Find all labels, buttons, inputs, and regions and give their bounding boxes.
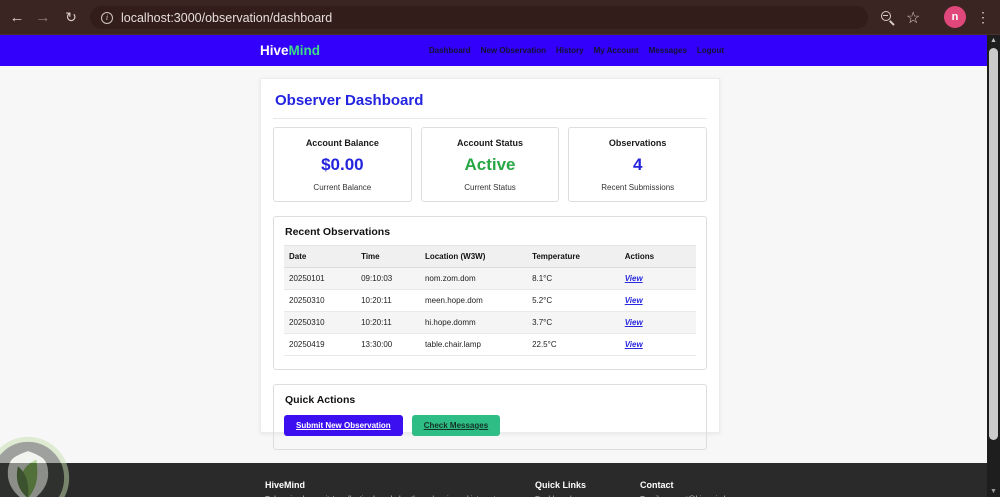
nav-link-history[interactable]: History [556, 46, 584, 55]
nav-link-new-observation[interactable]: New Observation [481, 46, 546, 55]
page-footer: HiveMind Enhancing humanity's collective… [0, 463, 1000, 497]
stat-value: $0.00 [321, 155, 364, 174]
footer-quick-links-column: Quick Links Dashboard [535, 480, 630, 497]
cell-location: nom.zom.dom [419, 267, 528, 290]
stat-title: Account Balance [305, 138, 379, 148]
cell-location: table.chair.lamp [419, 333, 528, 356]
col-header-date: Date [284, 245, 357, 268]
stat-account-balance: Account Balance $0.00 Current Balance [273, 127, 412, 202]
observations-table: Date Time Location (W3W) Temperature Act… [284, 245, 696, 356]
title-divider [273, 118, 707, 119]
cell-temperature: 3.7°C [527, 311, 620, 334]
dashboard-card: Observer Dashboard Account Balance $0.00… [260, 78, 720, 450]
footer-contact-heading: Contact [640, 480, 674, 490]
brand-hive: Hive [260, 43, 289, 58]
cell-location: hi.hope.domm [419, 311, 528, 334]
cell-date: 20250101 [284, 267, 357, 290]
site-info-icon[interactable]: i [101, 11, 113, 24]
stat-caption: Recent Submissions [601, 183, 675, 192]
back-icon[interactable]: ← [4, 0, 30, 35]
app-navbar: HiveMind Dashboard New Observation Histo… [0, 35, 987, 66]
address-bar[interactable]: i localhost:3000/observation/dashboard [90, 6, 868, 29]
footer-brand-column: HiveMind Enhancing humanity's collective… [265, 480, 520, 497]
cell-time: 10:20:11 [356, 289, 420, 312]
table-header-row: Date Time Location (W3W) Temperature Act… [284, 245, 696, 268]
view-link[interactable]: View [625, 274, 643, 283]
table-row: 20250310 10:20:11 hi.hope.domm 3.7°C Vie… [284, 311, 696, 334]
stat-caption: Current Status [464, 183, 516, 192]
cell-date: 20250310 [284, 311, 357, 334]
brand-logo[interactable]: HiveMind [260, 43, 320, 58]
view-link[interactable]: View [625, 296, 643, 305]
stat-title: Account Status [457, 138, 524, 148]
stat-account-status: Account Status Active Current Status [420, 127, 560, 202]
stat-caption: Current Balance [313, 183, 372, 192]
scroll-up-icon[interactable]: ▲ [987, 37, 1000, 44]
nav-link-dashboard[interactable]: Dashboard [429, 46, 471, 55]
table-row: 20250101 09:10:03 nom.zom.dom 8.1°C View [284, 267, 696, 290]
cell-date: 20250310 [284, 289, 357, 312]
footer-brand-heading: HiveMind [265, 480, 306, 490]
col-header-time: Time [356, 245, 420, 268]
page-scrollbar[interactable]: ▲ ▼ [987, 35, 1000, 497]
quick-actions-heading: Quick Actions [285, 394, 356, 406]
zoom-out-icon[interactable] [881, 11, 891, 21]
col-header-location: Location (W3W) [419, 245, 528, 268]
view-link[interactable]: View [625, 340, 643, 349]
page-background: Observer Dashboard Account Balance $0.00… [0, 66, 987, 463]
table-row: 20250310 10:20:11 meen.hope.dom 5.2°C Vi… [284, 289, 696, 312]
col-header-actions: Actions [619, 245, 696, 268]
submit-new-observation-button[interactable]: Submit New Observation [284, 415, 403, 436]
col-header-temperature: Temperature [527, 245, 620, 268]
nav-link-messages[interactable]: Messages [649, 46, 687, 55]
check-messages-button[interactable]: Check Messages [411, 415, 501, 436]
page-title: Observer Dashboard [275, 92, 424, 109]
scroll-down-icon[interactable]: ▼ [987, 488, 1000, 495]
stat-title: Observations [608, 138, 667, 148]
recent-observations-heading: Recent Observations [285, 226, 391, 238]
table-row: 20250419 13:30:00 table.chair.lamp 22.5°… [284, 333, 696, 356]
navbar-container: HiveMind Dashboard New Observation Histo… [260, 35, 724, 66]
cell-time: 13:30:00 [356, 333, 420, 356]
brand-mind: Mind [288, 43, 321, 58]
cell-temperature: 5.2°C [527, 289, 620, 312]
cell-temperature: 8.1°C [527, 267, 620, 290]
quick-actions-section: Quick Actions Submit New Observation Che… [273, 384, 707, 450]
nav-link-logout[interactable]: Logout [697, 46, 724, 55]
footer-quick-links-heading: Quick Links [535, 480, 587, 490]
stats-row: Account Balance $0.00 Current Balance Ac… [273, 127, 708, 202]
footer-contact-column: Contact Email: support@hivemind.org [640, 480, 820, 497]
url-text: localhost:3000/observation/dashboard [121, 10, 333, 25]
cell-temperature: 22.5°C [527, 333, 620, 356]
view-link[interactable]: View [625, 318, 643, 327]
cell-time: 09:10:03 [356, 267, 420, 290]
stat-value: Active [464, 155, 516, 174]
quick-actions-buttons: Submit New Observation Check Messages [284, 415, 696, 436]
scrollbar-thumb[interactable] [989, 48, 998, 440]
profile-avatar[interactable]: n [944, 6, 966, 28]
forward-icon[interactable]: → [30, 0, 56, 35]
reload-icon[interactable]: ↻ [58, 0, 84, 35]
cell-time: 10:20:11 [356, 311, 420, 334]
recent-observations-section: Recent Observations Date Time Location (… [273, 216, 707, 370]
bookmark-star-icon[interactable]: ☆ [906, 0, 920, 35]
cell-location: meen.hope.dom [419, 289, 528, 312]
stat-observations: Observations 4 Recent Submissions [568, 127, 708, 202]
browser-toolbar: ← → ↻ i localhost:3000/observation/dashb… [0, 0, 1000, 35]
nav-links: Dashboard New Observation History My Acc… [429, 46, 724, 55]
nav-link-my-account[interactable]: My Account [594, 46, 639, 55]
cell-date: 20250419 [284, 333, 357, 356]
browser-menu-icon[interactable]: ⋮ [976, 0, 990, 35]
stat-value: 4 [632, 155, 643, 174]
